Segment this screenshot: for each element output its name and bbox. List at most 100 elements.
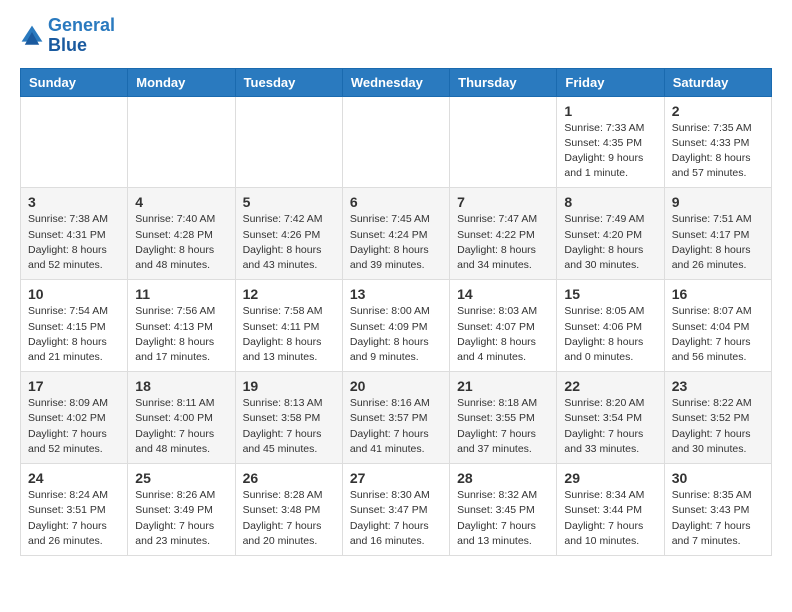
calendar-day-cell: 18 Sunrise: 8:11 AM Sunset: 4:00 PM Dayli… (128, 372, 235, 464)
calendar-day-cell: 23 Sunrise: 8:22 AM Sunset: 3:52 PM Dayli… (664, 372, 771, 464)
calendar-day-cell: 14 Sunrise: 8:03 AM Sunset: 4:07 PM Dayli… (450, 280, 557, 372)
calendar-day-cell: 19 Sunrise: 8:13 AM Sunset: 3:58 PM Dayli… (235, 372, 342, 464)
day-info: Sunrise: 7:51 AM Sunset: 4:17 PM Dayligh… (672, 212, 764, 273)
calendar-day-cell: 6Sunrise: 7:45 AM Sunset: 4:24 PM Daylig… (342, 188, 449, 280)
day-info: Sunrise: 8:28 AM Sunset: 3:48 PM Dayligh… (243, 488, 335, 549)
day-info: Sunrise: 8:24 AM Sunset: 3:51 PM Dayligh… (28, 488, 120, 549)
calendar-day-header: Monday (128, 68, 235, 96)
calendar-day-cell: 3 Sunrise: 7:38 AM Sunset: 4:31 PM Daylig… (21, 188, 128, 280)
day-info: Sunrise: 8:22 AM Sunset: 3:52 PM Dayligh… (672, 396, 764, 457)
calendar-day-cell: 5 Sunrise: 7:42 AM Sunset: 4:26 PM Daylig… (235, 188, 342, 280)
day-number: 9 (672, 194, 764, 210)
calendar-day-cell: 15 Sunrise: 8:05 AM Sunset: 4:06 PM Dayli… (557, 280, 664, 372)
day-info: Sunrise: 8:07 AM Sunset: 4:04 PM Dayligh… (672, 304, 764, 365)
calendar-day-cell: 20 Sunrise: 8:16 AM Sunset: 3:57 PM Dayli… (342, 372, 449, 464)
logo: General Blue (20, 16, 115, 56)
day-number: 25 (135, 470, 227, 486)
day-info: Sunrise: 7:58 AM Sunset: 4:11 PM Dayligh… (243, 304, 335, 365)
day-info: Sunrise: 8:26 AM Sunset: 3:49 PM Dayligh… (135, 488, 227, 549)
calendar-day-cell (342, 96, 449, 188)
day-number: 2 (672, 103, 764, 119)
calendar-day-cell: 27Sunrise: 8:30 AM Sunset: 3:47 PM Dayli… (342, 464, 449, 556)
day-number: 13 (350, 286, 442, 302)
calendar-table: SundayMondayTuesdayWednesdayThursdayFrid… (20, 68, 772, 556)
calendar-week-row: 17 Sunrise: 8:09 AM Sunset: 4:02 PM Dayli… (21, 372, 772, 464)
calendar-day-cell: 22 Sunrise: 8:20 AM Sunset: 3:54 PM Dayli… (557, 372, 664, 464)
calendar-day-cell: 17 Sunrise: 8:09 AM Sunset: 4:02 PM Dayli… (21, 372, 128, 464)
day-info: Sunrise: 8:30 AM Sunset: 3:47 PM Dayligh… (350, 488, 442, 549)
calendar-day-cell: 21 Sunrise: 8:18 AM Sunset: 3:55 PM Dayli… (450, 372, 557, 464)
calendar-day-cell (235, 96, 342, 188)
day-info: Sunrise: 7:47 AM Sunset: 4:22 PM Dayligh… (457, 212, 549, 273)
day-info: Sunrise: 8:03 AM Sunset: 4:07 PM Dayligh… (457, 304, 549, 365)
calendar-day-header: Wednesday (342, 68, 449, 96)
calendar-day-cell: 2 Sunrise: 7:35 AM Sunset: 4:33 PM Daylig… (664, 96, 771, 188)
logo-text: General Blue (48, 16, 115, 56)
logo-icon (20, 24, 44, 48)
day-number: 3 (28, 194, 120, 210)
day-info: Sunrise: 7:56 AM Sunset: 4:13 PM Dayligh… (135, 304, 227, 365)
calendar-day-cell: 11 Sunrise: 7:56 AM Sunset: 4:13 PM Dayli… (128, 280, 235, 372)
day-info: Sunrise: 7:49 AM Sunset: 4:20 PM Dayligh… (564, 212, 656, 273)
calendar-week-row: 3 Sunrise: 7:38 AM Sunset: 4:31 PM Daylig… (21, 188, 772, 280)
calendar-day-cell: 25 Sunrise: 8:26 AM Sunset: 3:49 PM Dayli… (128, 464, 235, 556)
day-info: Sunrise: 8:34 AM Sunset: 3:44 PM Dayligh… (564, 488, 656, 549)
day-info: Sunrise: 7:42 AM Sunset: 4:26 PM Dayligh… (243, 212, 335, 273)
day-number: 19 (243, 378, 335, 394)
day-number: 24 (28, 470, 120, 486)
day-info: Sunrise: 8:32 AM Sunset: 3:45 PM Dayligh… (457, 488, 549, 549)
calendar-day-cell: 1 Sunrise: 7:33 AM Sunset: 4:35 PM Daylig… (557, 96, 664, 188)
calendar-week-row: 1 Sunrise: 7:33 AM Sunset: 4:35 PM Daylig… (21, 96, 772, 188)
calendar-week-row: 24 Sunrise: 8:24 AM Sunset: 3:51 PM Dayli… (21, 464, 772, 556)
day-number: 23 (672, 378, 764, 394)
day-info: Sunrise: 8:16 AM Sunset: 3:57 PM Dayligh… (350, 396, 442, 457)
calendar-day-cell: 30 Sunrise: 8:35 AM Sunset: 3:43 PM Dayli… (664, 464, 771, 556)
day-number: 12 (243, 286, 335, 302)
calendar-day-header: Thursday (450, 68, 557, 96)
day-number: 29 (564, 470, 656, 486)
calendar-day-cell: 12 Sunrise: 7:58 AM Sunset: 4:11 PM Dayli… (235, 280, 342, 372)
day-number: 18 (135, 378, 227, 394)
day-number: 30 (672, 470, 764, 486)
day-number: 21 (457, 378, 549, 394)
day-number: 15 (564, 286, 656, 302)
day-number: 5 (243, 194, 335, 210)
day-info: Sunrise: 8:09 AM Sunset: 4:02 PM Dayligh… (28, 396, 120, 457)
day-number: 17 (28, 378, 120, 394)
calendar-day-cell: 13 Sunrise: 8:00 AM Sunset: 4:09 PM Dayli… (342, 280, 449, 372)
day-number: 16 (672, 286, 764, 302)
day-number: 10 (28, 286, 120, 302)
day-number: 22 (564, 378, 656, 394)
calendar-day-header: Friday (557, 68, 664, 96)
day-number: 28 (457, 470, 549, 486)
calendar-day-header: Tuesday (235, 68, 342, 96)
calendar-week-row: 10 Sunrise: 7:54 AM Sunset: 4:15 PM Dayli… (21, 280, 772, 372)
calendar-day-cell (450, 96, 557, 188)
day-number: 8 (564, 194, 656, 210)
day-number: 11 (135, 286, 227, 302)
calendar-day-cell: 4Sunrise: 7:40 AM Sunset: 4:28 PM Daylig… (128, 188, 235, 280)
calendar-day-header: Sunday (21, 68, 128, 96)
calendar-day-cell: 24 Sunrise: 8:24 AM Sunset: 3:51 PM Dayli… (21, 464, 128, 556)
day-number: 1 (564, 103, 656, 119)
day-number: 6 (350, 194, 442, 210)
day-info: Sunrise: 7:33 AM Sunset: 4:35 PM Dayligh… (564, 121, 656, 182)
day-info: Sunrise: 7:35 AM Sunset: 4:33 PM Dayligh… (672, 121, 764, 182)
day-info: Sunrise: 7:54 AM Sunset: 4:15 PM Dayligh… (28, 304, 120, 365)
calendar-day-cell: 7 Sunrise: 7:47 AM Sunset: 4:22 PM Daylig… (450, 188, 557, 280)
calendar-day-cell (21, 96, 128, 188)
day-info: Sunrise: 8:18 AM Sunset: 3:55 PM Dayligh… (457, 396, 549, 457)
calendar-day-cell: 10 Sunrise: 7:54 AM Sunset: 4:15 PM Dayli… (21, 280, 128, 372)
day-info: Sunrise: 8:05 AM Sunset: 4:06 PM Dayligh… (564, 304, 656, 365)
day-info: Sunrise: 8:20 AM Sunset: 3:54 PM Dayligh… (564, 396, 656, 457)
calendar-day-cell: 8 Sunrise: 7:49 AM Sunset: 4:20 PM Daylig… (557, 188, 664, 280)
day-number: 20 (350, 378, 442, 394)
day-number: 14 (457, 286, 549, 302)
day-info: Sunrise: 8:11 AM Sunset: 4:00 PM Dayligh… (135, 396, 227, 457)
calendar-day-cell: 26Sunrise: 8:28 AM Sunset: 3:48 PM Dayli… (235, 464, 342, 556)
day-info: Sunrise: 8:00 AM Sunset: 4:09 PM Dayligh… (350, 304, 442, 365)
day-number: 7 (457, 194, 549, 210)
day-info: Sunrise: 8:13 AM Sunset: 3:58 PM Dayligh… (243, 396, 335, 457)
day-info: Sunrise: 8:35 AM Sunset: 3:43 PM Dayligh… (672, 488, 764, 549)
day-info: Sunrise: 7:38 AM Sunset: 4:31 PM Dayligh… (28, 212, 120, 273)
